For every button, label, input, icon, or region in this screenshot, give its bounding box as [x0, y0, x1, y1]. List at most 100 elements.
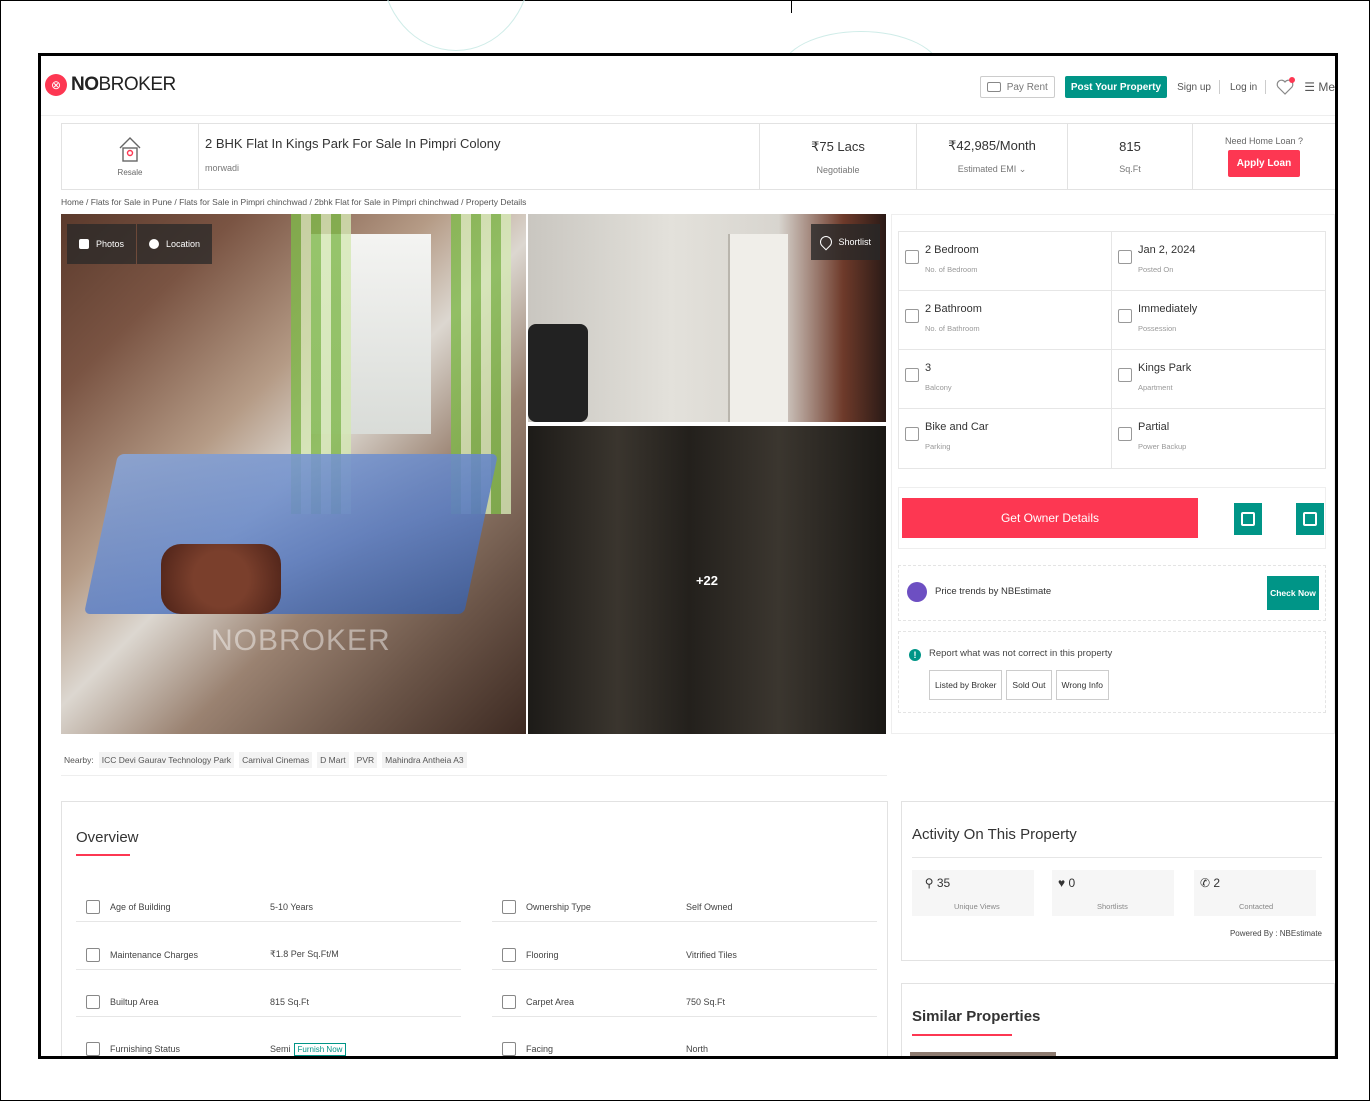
nearby-label: Nearby:: [64, 754, 94, 765]
breadcrumb[interactable]: Home / Flats for Sale in Pune / Flats fo…: [61, 197, 526, 207]
logo-rest-text: BROKER: [98, 74, 177, 95]
nav-separator: [1265, 80, 1267, 94]
car-icon: [905, 427, 919, 441]
location-button[interactable]: Location: [137, 224, 213, 264]
spec-value: Bike and Car: [925, 421, 989, 433]
overview-row-carpet: Carpet Area 750 Sq.Ft: [492, 987, 877, 1017]
spec-label: Apartment: [1138, 383, 1173, 392]
location-label: Location: [166, 239, 201, 249]
shortlist-heart-icon[interactable]: [1276, 77, 1296, 95]
sign-up-link[interactable]: Sign up: [1177, 82, 1211, 93]
menu-button[interactable]: ☰ Me: [1304, 80, 1335, 94]
post-property-button[interactable]: Post Your Property: [1064, 76, 1168, 98]
stat-value: 0: [1068, 876, 1076, 890]
stat-label: Contacted: [1239, 902, 1274, 911]
activity-divider: [912, 857, 1322, 858]
nearby-chip[interactable]: Mahindra Antheia A3: [382, 751, 467, 768]
log-in-link[interactable]: Log in: [1230, 82, 1257, 93]
photo-chair: [528, 324, 588, 422]
overview-row-age: Age of Building 5-10 Years: [76, 892, 461, 922]
property-title: 2 BHK Flat In Kings Park For Sale In Pim…: [205, 136, 501, 151]
overview-value: Vitrified Tiles: [686, 949, 737, 960]
chat-button[interactable]: [1296, 503, 1324, 535]
emi-value: ₹42,985/Month: [948, 138, 1036, 153]
overview-value: ₹1.8 Per Sq.Ft/M: [270, 949, 339, 959]
spec-possession: Immediately Possession: [1112, 291, 1325, 350]
get-owner-details-button[interactable]: Get Owner Details: [902, 498, 1198, 538]
property-details-panel: 2 Bedroom No. of Bedroom Jan 2, 2024 Poste…: [891, 214, 1335, 734]
photo-door: [728, 234, 788, 422]
report-text: Report what was not correct in this prop…: [929, 648, 1113, 659]
activity-contacted: ✆ 2 Contacted: [1194, 870, 1316, 916]
price-value: ₹75 Lacs: [811, 138, 865, 154]
stat-label: Unique Views: [954, 902, 1000, 911]
overview-key: Carpet Area: [526, 996, 575, 1007]
photo-room[interactable]: Shortlist: [528, 214, 886, 422]
logo-mark-icon: ⊗: [45, 74, 67, 96]
heart-icon: ♥: [1058, 876, 1069, 890]
nearby-chip[interactable]: D Mart: [317, 751, 349, 768]
shortlist-button[interactable]: Shortlist: [811, 224, 880, 260]
nearby-chip[interactable]: ICC Devi Gaurav Technology Park: [98, 751, 235, 768]
heart-icon: [817, 233, 835, 251]
spec-balcony: 3 Balcony: [899, 350, 1112, 409]
similar-property-thumbnail[interactable]: [910, 1052, 1056, 1056]
report-wrong-info-button[interactable]: Wrong Info: [1055, 670, 1109, 700]
overview-key: Ownership Type: [526, 901, 591, 912]
stat-value: 35: [936, 876, 951, 890]
nav-separator: [1218, 80, 1220, 94]
check-now-button[interactable]: Check Now: [1267, 576, 1319, 610]
property-type-label: Resale: [117, 168, 143, 177]
main-photo[interactable]: NOBROKER Photos Location: [61, 214, 526, 734]
person-icon: ⚲: [924, 876, 937, 890]
calendar-icon: [1118, 250, 1132, 264]
apply-loan-button[interactable]: Apply Loan: [1227, 150, 1301, 177]
spec-grid: 2 Bedroom No. of Bedroom Jan 2, 2024 Poste…: [898, 231, 1326, 469]
photos-button[interactable]: Photos: [67, 224, 137, 264]
report-sold-out-button[interactable]: Sold Out: [1006, 670, 1052, 700]
similar-properties-section: Similar Properties: [901, 983, 1335, 1056]
trend-text: Price trends by NBEstimate: [935, 586, 1052, 597]
spec-value: Jan 2, 2024: [1138, 244, 1196, 256]
overview-title: Overview: [76, 829, 139, 846]
nearby-chip[interactable]: PVR: [353, 751, 378, 768]
photo-wardrobe[interactable]: +22: [528, 426, 886, 734]
nearby-places: Nearby: ICC Devi Gaurav Technology Park …: [61, 744, 887, 776]
views-value: ⚲ 35: [918, 876, 950, 890]
overview-value: Semi: [270, 1044, 291, 1054]
report-listed-by-broker-button[interactable]: Listed by Broker: [929, 670, 1003, 700]
compass-icon: [149, 239, 159, 249]
pay-rent-button[interactable]: Pay Rent: [979, 76, 1055, 98]
tiles-icon: [502, 947, 516, 962]
spec-bedroom: 2 Bedroom No. of Bedroom: [899, 232, 1112, 291]
building-age-icon: [86, 899, 100, 914]
overview-value: 815 Sq.Ft: [270, 996, 310, 1007]
camera-icon: [79, 239, 89, 249]
overview-row-flooring: Flooring Vitrified Tiles: [492, 940, 877, 970]
overview-value: North: [686, 1044, 709, 1054]
nobroker-logo[interactable]: ⊗ NOBROKER: [45, 74, 176, 96]
powered-by-text: Powered By : NBEstimate: [1229, 929, 1322, 938]
spec-label: Possession: [1138, 324, 1177, 333]
overview-key: Maintenance Charges: [110, 949, 199, 960]
more-photos-count[interactable]: +22: [528, 426, 886, 734]
spec-value: 2 Bathroom: [925, 303, 982, 315]
schedule-visit-button[interactable]: [1234, 503, 1262, 535]
emi-note[interactable]: Estimated EMI ⌄: [958, 164, 1027, 175]
logo-bold-text: NO: [71, 74, 99, 95]
notification-dot: [1289, 77, 1296, 83]
spec-value: 3: [925, 362, 932, 374]
overview-key: Age of Building: [110, 901, 171, 912]
spec-label: No. of Bedroom: [925, 265, 978, 274]
furnish-now-button[interactable]: Furnish Now: [293, 1042, 347, 1056]
overview-value: Self Owned: [686, 901, 733, 912]
nearby-chip[interactable]: Carnival Cinemas: [239, 751, 313, 768]
area-icon: [502, 994, 516, 1009]
emi-cell[interactable]: ₹42,985/Month Estimated EMI ⌄: [917, 124, 1068, 189]
overview-section: Overview Age of Building 5-10 Years Owner…: [61, 801, 888, 1056]
pay-rent-label: Pay Rent: [1006, 81, 1048, 93]
battery-icon: [1118, 427, 1132, 441]
photos-label: Photos: [96, 239, 125, 249]
overview-value: 750 Sq.Ft: [686, 996, 726, 1007]
property-locality[interactable]: morwadi: [205, 163, 753, 173]
